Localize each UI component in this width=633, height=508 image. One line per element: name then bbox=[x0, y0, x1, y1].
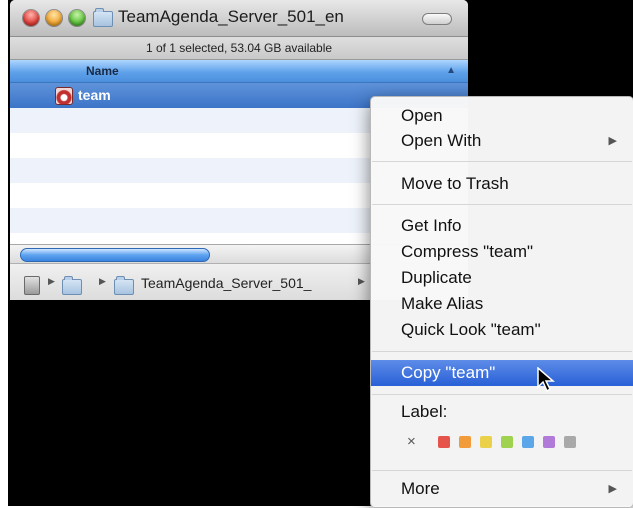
menu-separator bbox=[372, 204, 632, 205]
column-header-label: Name bbox=[86, 64, 119, 78]
folder-icon[interactable] bbox=[62, 276, 82, 295]
status-bar: 1 of 1 selected, 53.04 GB available bbox=[10, 37, 468, 60]
label-color-swatch[interactable] bbox=[459, 436, 471, 448]
application-icon bbox=[55, 87, 73, 105]
menu-item-duplicate[interactable]: Duplicate bbox=[371, 265, 633, 291]
menu-item-compress[interactable]: Compress "team" bbox=[371, 239, 633, 265]
toolbar-toggle-button[interactable] bbox=[422, 13, 452, 25]
zoom-window-button[interactable] bbox=[69, 10, 85, 26]
menu-item-more[interactable]: More ▶ bbox=[371, 476, 633, 502]
submenu-arrow-icon: ▶ bbox=[608, 483, 617, 495]
label-color-swatch[interactable] bbox=[480, 436, 492, 448]
menu-separator bbox=[372, 351, 632, 352]
status-text: 1 of 1 selected, 53.04 GB available bbox=[145, 41, 333, 55]
menu-item-move-to-trash[interactable]: Move to Trash bbox=[371, 171, 633, 197]
label-color-swatch[interactable] bbox=[501, 436, 513, 448]
scrollbar-thumb[interactable] bbox=[20, 248, 210, 262]
file-name: team bbox=[78, 87, 111, 103]
title-bar[interactable]: TeamAgenda_Server_501_en bbox=[10, 0, 468, 37]
label-color-swatch[interactable] bbox=[522, 436, 534, 448]
path-separator-icon: ▶ bbox=[48, 276, 55, 286]
label-color-swatch[interactable] bbox=[564, 436, 576, 448]
label-color-swatch[interactable] bbox=[543, 436, 555, 448]
menu-item-open[interactable]: Open bbox=[371, 103, 633, 129]
folder-icon[interactable] bbox=[114, 276, 134, 295]
menu-item-quick-look[interactable]: Quick Look "team" bbox=[371, 317, 633, 343]
menu-item-make-alias[interactable]: Make Alias bbox=[371, 291, 633, 317]
hard-disk-icon[interactable] bbox=[24, 276, 40, 295]
label-none-button[interactable]: × bbox=[407, 433, 416, 450]
window-title: TeamAgenda_Server_501_en bbox=[118, 7, 344, 26]
menu-item-get-info[interactable]: Get Info bbox=[371, 213, 633, 239]
close-window-button[interactable] bbox=[23, 10, 39, 26]
folder-icon bbox=[93, 8, 113, 27]
sort-ascending-icon: ▲ bbox=[446, 65, 456, 76]
menu-item-copy[interactable]: Copy "team" bbox=[371, 360, 633, 386]
path-segment-label[interactable]: TeamAgenda_Server_501_ bbox=[141, 275, 311, 291]
path-separator-icon: ▶ bbox=[99, 276, 106, 286]
minimize-window-button[interactable] bbox=[46, 10, 62, 26]
menu-separator bbox=[372, 470, 632, 471]
label-color-swatch[interactable] bbox=[438, 436, 450, 448]
label-heading: Label: bbox=[401, 402, 448, 421]
context-menu: Open Open With ▶ Move to Trash Get Info … bbox=[370, 96, 633, 508]
name-column-header[interactable]: Name ▲ bbox=[10, 60, 468, 83]
mouse-pointer-icon bbox=[537, 367, 556, 393]
submenu-arrow-icon: ▶ bbox=[608, 135, 617, 147]
menu-separator bbox=[372, 161, 632, 162]
menu-item-open-with[interactable]: Open With ▶ bbox=[371, 128, 633, 154]
menu-separator bbox=[372, 394, 632, 395]
path-separator-icon: ▶ bbox=[358, 276, 365, 286]
